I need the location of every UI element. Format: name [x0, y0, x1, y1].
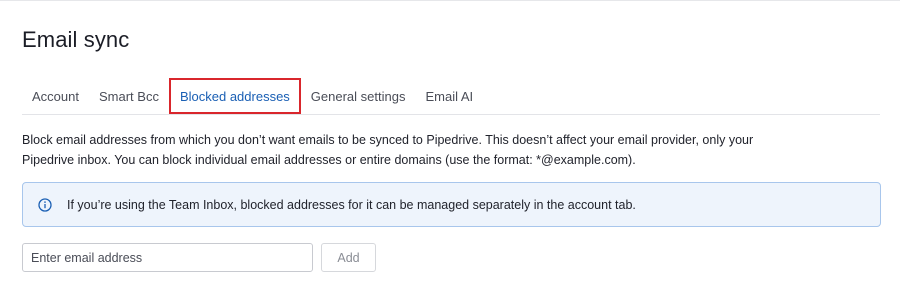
tab-account[interactable]: Account [22, 78, 89, 114]
add-button[interactable]: Add [321, 243, 376, 272]
tab-blocked-addresses[interactable]: Blocked addresses [168, 78, 301, 114]
page-title: Email sync [22, 27, 130, 52]
team-inbox-info-banner: If you’re using the Team Inbox, blocked … [22, 182, 881, 227]
description-line-1: Block email addresses from which you don… [22, 133, 754, 147]
info-banner-text: If you’re using the Team Inbox, blocked … [67, 197, 636, 212]
tabs-divider [22, 114, 880, 115]
info-icon [38, 197, 52, 212]
tab-general-settings[interactable]: General settings [301, 78, 416, 114]
description-line-2: Pipedrive inbox. You can block individua… [22, 153, 636, 167]
tab-smart-bcc[interactable]: Smart Bcc [89, 78, 169, 114]
email-sync-page: Email sync Account Smart Bcc Blocked add… [0, 0, 900, 287]
email-address-input[interactable] [22, 243, 313, 272]
tab-email-ai[interactable]: Email AI [415, 78, 483, 114]
blocked-addresses-description: Block email addresses from which you don… [22, 130, 880, 170]
settings-tabs: Account Smart Bcc Blocked addresses Gene… [22, 78, 483, 114]
top-divider [0, 0, 900, 1]
